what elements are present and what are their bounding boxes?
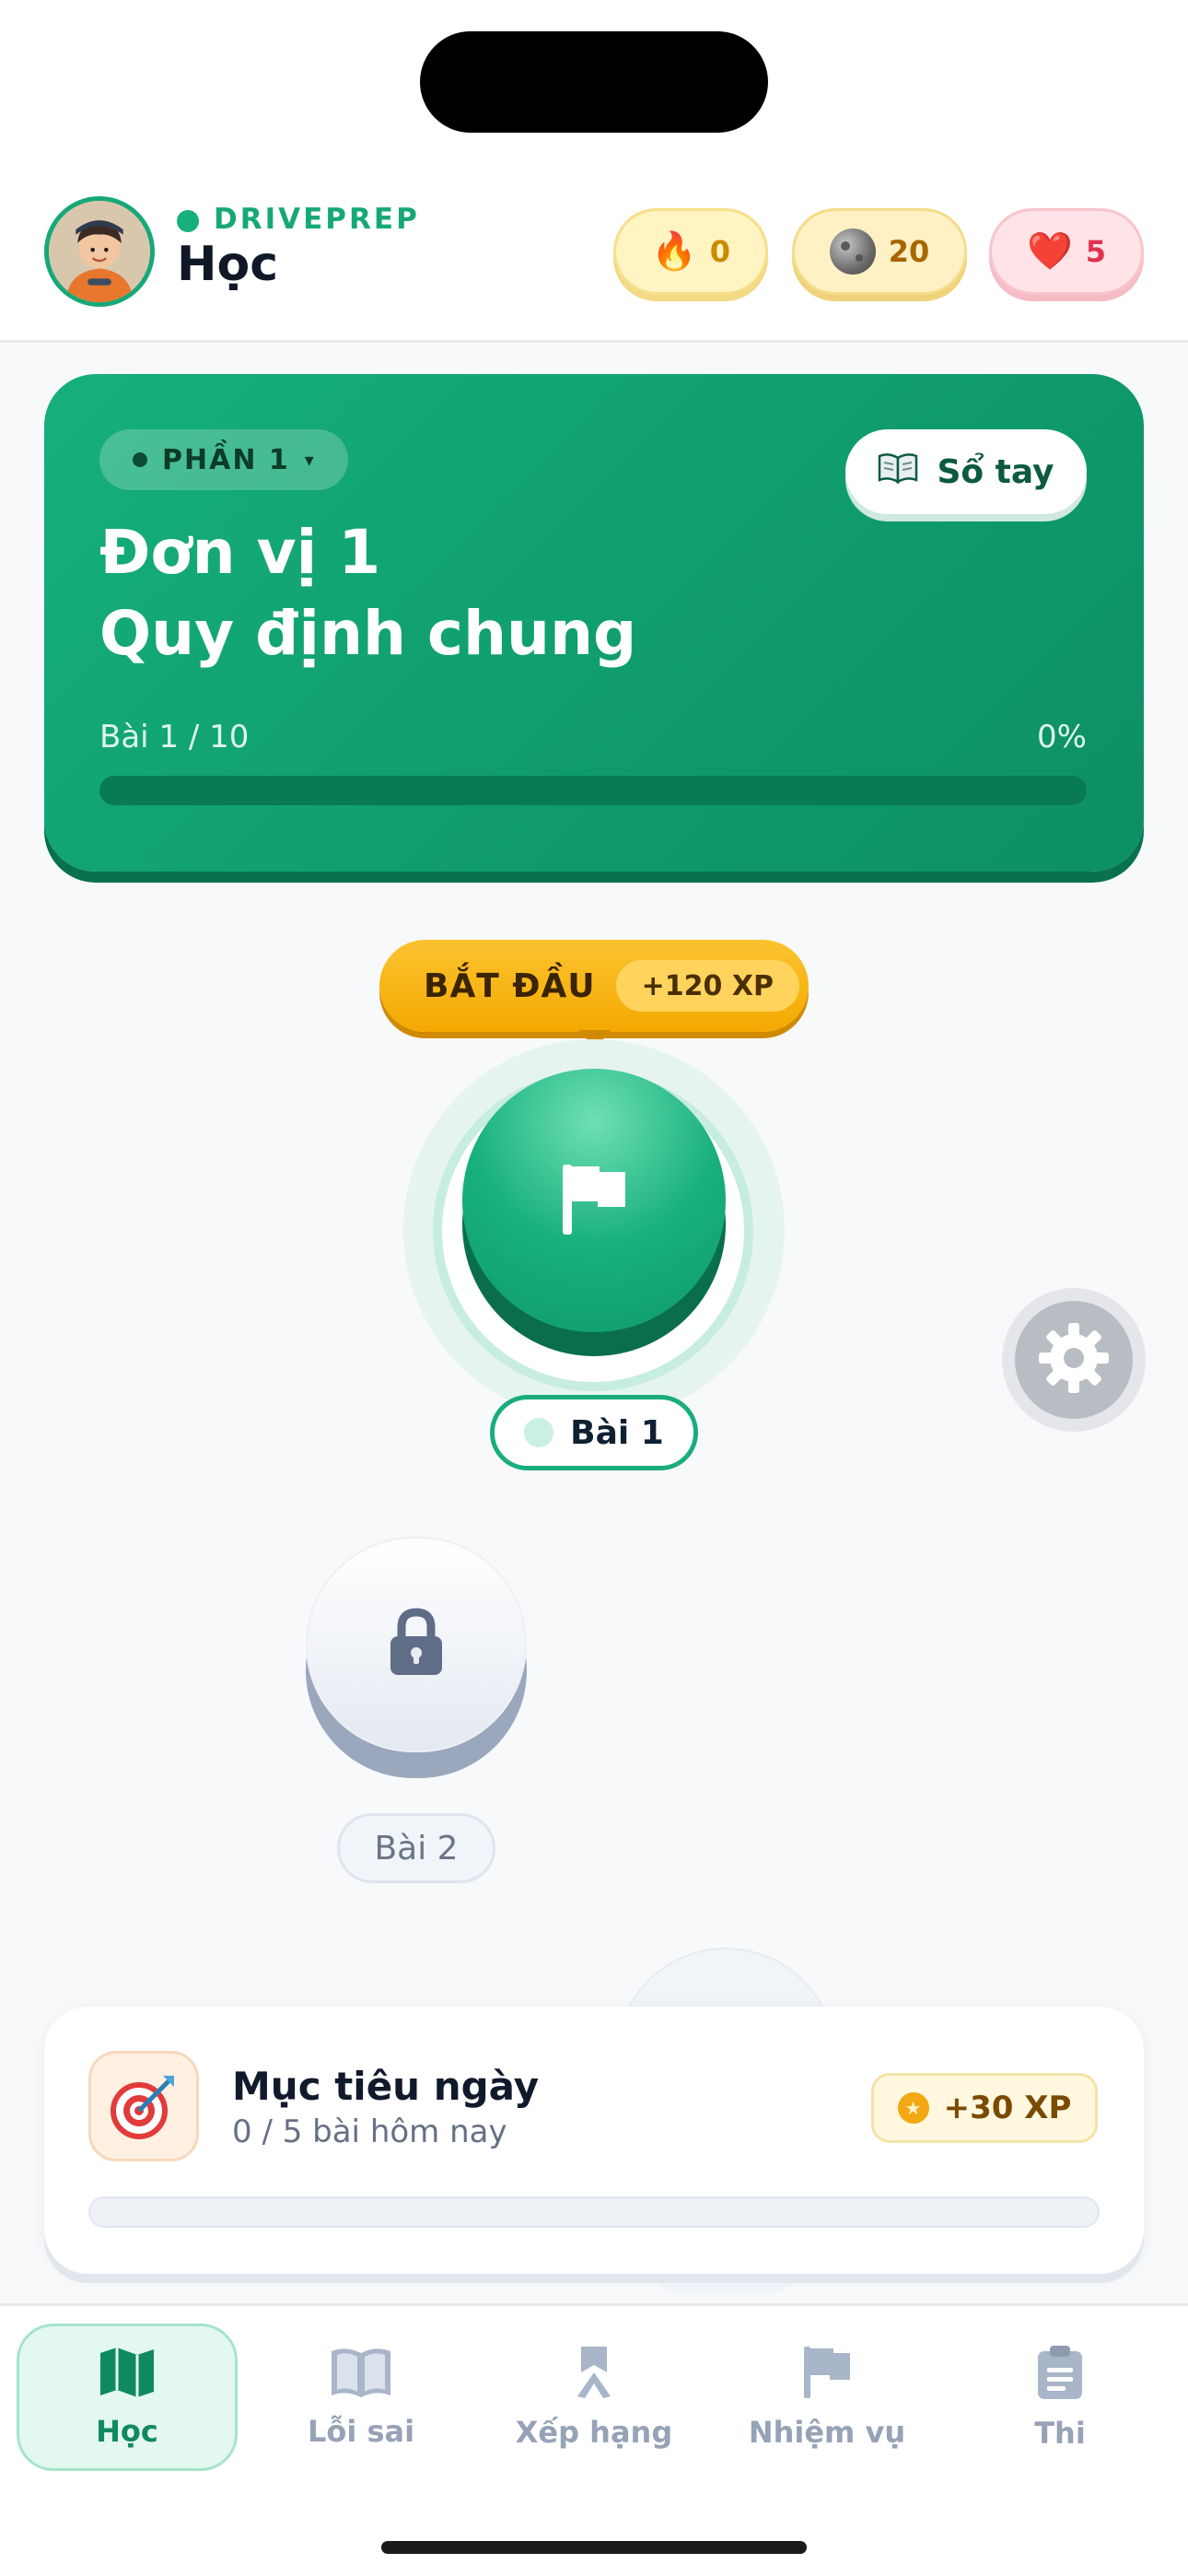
flag-icon — [559, 1161, 629, 1240]
notebook-label: Sổ tay — [937, 452, 1054, 491]
nav-tab-hoc[interactable]: Học — [17, 2324, 238, 2471]
star-coin-icon: ★ — [897, 2092, 929, 2124]
lesson-1-node[interactable] — [462, 1069, 726, 1332]
gems-counter[interactable]: 20 — [792, 208, 967, 295]
start-label: BẮT ĐẦU — [424, 966, 596, 1005]
hearts-counter[interactable]: ❤️ 5 — [989, 208, 1144, 295]
nav-tab-xep-hang-label: Xếp hạng — [515, 2415, 673, 2450]
streak-count: 0 — [709, 234, 731, 269]
leaderboard-icon — [568, 2345, 620, 2404]
unit-title: Đơn vị 1 — [99, 517, 381, 588]
lock-icon — [387, 1607, 446, 1682]
heart-icon: ❤️ — [1026, 230, 1073, 273]
settings-button-inner — [1015, 1301, 1133, 1419]
lesson-2-node[interactable] — [306, 1537, 527, 1752]
unit-progress-percent: 0% — [1037, 719, 1087, 755]
notebook-button[interactable]: Sổ tay — [845, 429, 1087, 514]
daily-goal-subtitle: 0 / 5 bài hôm nay — [232, 2113, 507, 2150]
daily-goal-reward: ★ +30 XP — [871, 2073, 1098, 2143]
moon-gem-icon — [829, 228, 876, 275]
section-selector[interactable]: PHẦN 1 ▾ — [99, 429, 348, 490]
book-icon — [328, 2346, 394, 2403]
clipboard-icon — [1034, 2344, 1086, 2405]
caret-down-icon: ▾ — [304, 449, 316, 471]
lesson-1-label-pill[interactable]: Bài 1 — [490, 1395, 698, 1470]
nav-tab-xep-hang[interactable]: Xếp hạng — [483, 2324, 705, 2471]
lesson-1-label: Bài 1 — [570, 1413, 664, 1452]
flag-icon — [800, 2345, 854, 2404]
fire-icon: 🔥 — [650, 230, 697, 273]
gems-count: 20 — [888, 234, 930, 269]
home-indicator[interactable] — [381, 2541, 807, 2554]
open-book-icon — [878, 452, 918, 492]
nav-tab-nhiem-vu-label: Nhiệm vụ — [748, 2415, 906, 2450]
start-xp-badge: +120 XP — [615, 960, 799, 1012]
nav-tab-thi[interactable]: Thi — [949, 2324, 1171, 2471]
unit-progress-track — [99, 776, 1087, 805]
avatar-image — [49, 201, 150, 302]
section-dot — [133, 452, 147, 467]
brand-status-dot — [177, 210, 199, 232]
unit-progress-label: Bài 1 / 10 — [99, 719, 250, 755]
hearts-count: 5 — [1085, 234, 1107, 269]
brand-name: DRIVEPREP — [214, 203, 420, 236]
settings-button[interactable] — [1002, 1288, 1146, 1432]
gear-icon — [1035, 1319, 1112, 1400]
lesson-2-label: Bài 2 — [337, 1813, 495, 1883]
section-label: PHẦN 1 — [162, 443, 290, 476]
nav-tab-hoc-label: Học — [96, 2414, 158, 2449]
lesson-1-status-dot — [524, 1418, 554, 1447]
nav-tab-loi-sai-label: Lỗi sai — [307, 2414, 415, 2449]
start-tooltip[interactable]: BẮT ĐẦU +120 XP — [379, 940, 809, 1032]
page-title: Học — [177, 237, 279, 292]
nav-tab-thi-label: Thi — [1034, 2416, 1086, 2451]
map-icon — [99, 2346, 156, 2403]
target-icon — [88, 2051, 199, 2161]
daily-goal-progress-track — [88, 2196, 1100, 2228]
daily-goal-reward-label: +30 XP — [943, 2090, 1072, 2126]
streak-counter[interactable]: 🔥 0 — [613, 208, 768, 295]
avatar[interactable] — [44, 196, 155, 307]
unit-subtitle: Quy định chung — [99, 598, 637, 669]
nav-tab-nhiem-vu[interactable]: Nhiệm vụ — [716, 2324, 938, 2471]
daily-goal-title: Mục tiêu ngày — [232, 2064, 540, 2109]
dynamic-island — [420, 31, 768, 133]
nav-tab-loi-sai[interactable]: Lỗi sai — [250, 2324, 472, 2471]
